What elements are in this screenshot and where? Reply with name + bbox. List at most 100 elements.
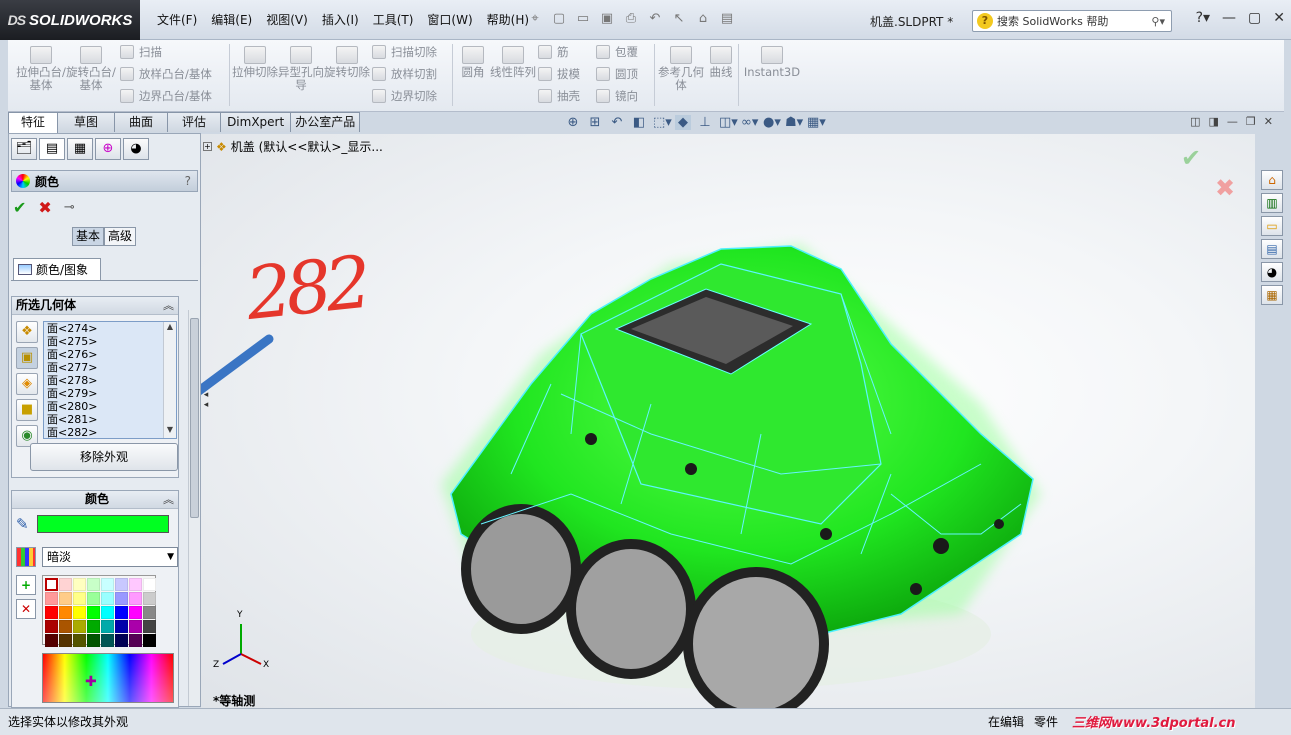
rib-button[interactable]: 筋 [538,43,569,61]
confirm-corner-cancel-icon[interactable]: ✖ [1215,174,1235,202]
split-right-icon[interactable]: ◨ [1209,115,1219,128]
palette-swatch[interactable] [73,620,86,633]
selected-faces-list[interactable]: 面<274> 面<275> 面<276> 面<277> 面<278> 面<279… [43,321,177,439]
palette-swatch[interactable] [87,606,100,619]
feature-tree-tab-icon[interactable]: 🗂 [11,138,37,160]
design-library-icon[interactable]: ▥ [1261,193,1283,213]
open-icon[interactable]: ▭ [574,10,592,28]
color-image-tab[interactable]: 颜色/图象 [13,258,101,280]
advanced-mode-button[interactable]: 高级 [104,227,137,246]
previous-view-icon[interactable]: ↶ [609,115,625,130]
restore-viewport-icon[interactable]: ❐ [1246,115,1256,128]
mirror-button[interactable]: 镜向 [596,87,638,105]
revolve-boss-button[interactable]: 旋转凸台/基体 [66,46,116,92]
palette-swatch[interactable] [45,634,58,647]
cancel-x-icon[interactable]: ✖ [38,198,51,217]
help-icon[interactable]: ?▾ [1196,10,1210,26]
zoom-to-area-icon[interactable]: ⊞ [587,115,603,130]
loft-boss-button[interactable]: 放样凸台/基体 [120,65,212,83]
panel-scrollbar[interactable] [188,310,200,706]
confirm-corner-ok-icon[interactable]: ✔ [1181,144,1201,172]
menu-window[interactable]: 窗口(W) [420,12,479,28]
dimxpert-tab-icon[interactable]: ⊕ [95,138,121,160]
selected-geometry-header[interactable]: 所选几何体 ︽ [12,297,178,315]
hole-wizard-button[interactable]: 异型孔向导 [276,46,326,92]
collapse-chevron-icon[interactable]: ︽ [163,491,174,508]
palette-swatch[interactable] [59,606,72,619]
graphics-viewport[interactable]: ⊕ ⊞ ↶ ◧ ⬚▾ ◆ ⊥ ◫▾ ∞▾ ●▾ ☗▾ ▦▾ ◫ ◨ — ❐ ✕ … [201,115,1273,714]
solidworks-logo[interactable]: DS SOLIDWORKS [0,0,140,40]
restore-icon[interactable]: ▢ [1248,10,1261,26]
list-item[interactable]: 面<278> [44,374,176,387]
palette-swatch[interactable] [115,578,128,591]
ok-check-icon[interactable]: ✔ [13,198,26,217]
palette-swatch[interactable] [87,578,100,591]
print-icon[interactable]: ⎙ [622,10,640,28]
palette-swatch[interactable] [59,592,72,605]
list-item[interactable]: 面<274> [44,322,176,335]
palette-swatch[interactable] [101,592,114,605]
list-item[interactable]: 面<279> [44,387,176,400]
palette-swatch[interactable] [45,606,58,619]
list-item[interactable]: 面<280> [44,400,176,413]
color-header[interactable]: 颜色 ︽ [12,491,178,509]
palette-swatch[interactable] [101,620,114,633]
palette-swatch[interactable] [87,592,100,605]
basic-mode-button[interactable]: 基本 [72,227,105,246]
scroll-down-icon[interactable]: ▼ [164,425,176,434]
custom-properties-icon[interactable]: ▦ [1261,285,1283,305]
palette-swatch[interactable] [129,592,142,605]
minimize-viewport-icon[interactable]: — [1227,115,1238,128]
palette-swatch[interactable] [129,578,142,591]
shell-button[interactable]: 抽壳 [538,87,580,105]
edit-appearance-icon[interactable]: ◫▾ [719,115,738,130]
palette-swatch[interactable] [143,606,156,619]
palette-swatch[interactable] [59,634,72,647]
palette-swatch[interactable] [143,634,156,647]
palette-swatch[interactable] [73,578,86,591]
palette-swatch[interactable] [129,634,142,647]
apply-scene-icon[interactable]: ∞▾ [741,115,758,130]
pushpin-icon[interactable]: ⊸ [64,200,75,215]
new-icon[interactable]: ▢ [550,10,568,28]
tab-surfaces[interactable]: 曲面 [114,112,169,132]
scroll-up-icon[interactable]: ▲ [164,322,176,331]
list-scrollbar[interactable]: ▲ ▼ [163,322,176,438]
boundary-cut-button[interactable]: 边界切除 [372,87,437,105]
menu-tools[interactable]: 工具(T) [366,12,421,28]
palette-swatch[interactable] [143,620,156,633]
view-orientation-icon[interactable]: ⬚▾ [653,115,672,130]
zoom-to-fit-icon[interactable]: ⊕ [565,115,581,130]
undo-icon[interactable]: ↶ [646,10,664,28]
solidworks-resources-icon[interactable]: ⌂ [1261,170,1283,190]
eyedropper-icon[interactable]: ✎ [16,515,29,533]
linear-pattern-button[interactable]: 线性阵列 [488,46,538,79]
instant3d-button[interactable]: Instant3D [742,46,802,79]
extrude-cut-button[interactable]: 拉伸切除 [230,46,280,79]
collapse-chevron-icon[interactable]: ︽ [163,297,174,314]
palette-swatch[interactable] [101,606,114,619]
palette-swatch[interactable] [115,592,128,605]
view-settings-icon[interactable]: ▦▾ [807,115,826,130]
select-face-icon[interactable]: ▣ [16,347,38,369]
close-viewport-icon[interactable]: ✕ [1264,115,1273,128]
palette-swatch[interactable] [87,620,100,633]
extrude-boss-button[interactable]: 拉伸凸台/基体 [16,46,66,92]
boundary-boss-button[interactable]: 边界凸台/基体 [120,87,212,105]
palette-swatch[interactable] [101,578,114,591]
swept-cut-button[interactable]: 扫描切除 [372,43,437,61]
palette-swatch[interactable] [73,592,86,605]
sweep-button[interactable]: 扫描 [120,43,162,61]
dome-button[interactable]: 圆顶 [596,65,638,83]
palette-swatch[interactable] [59,620,72,633]
panel-splitter-icon[interactable]: ◂◂ [201,390,211,430]
shadow-icon[interactable]: ●▾ [763,115,781,130]
palette-swatch[interactable] [129,620,142,633]
palette-swatch[interactable] [87,634,100,647]
list-item[interactable]: 面<275> [44,335,176,348]
list-item[interactable]: 面<282> [44,426,176,438]
select-part-icon[interactable]: ❖ [16,321,38,343]
palette-swatch[interactable] [143,578,156,591]
rebuild-icon[interactable]: ⌂ [694,10,712,28]
help-search-box[interactable]: ? 搜索 SolidWorks 帮助 ⚲▾ [972,10,1172,32]
